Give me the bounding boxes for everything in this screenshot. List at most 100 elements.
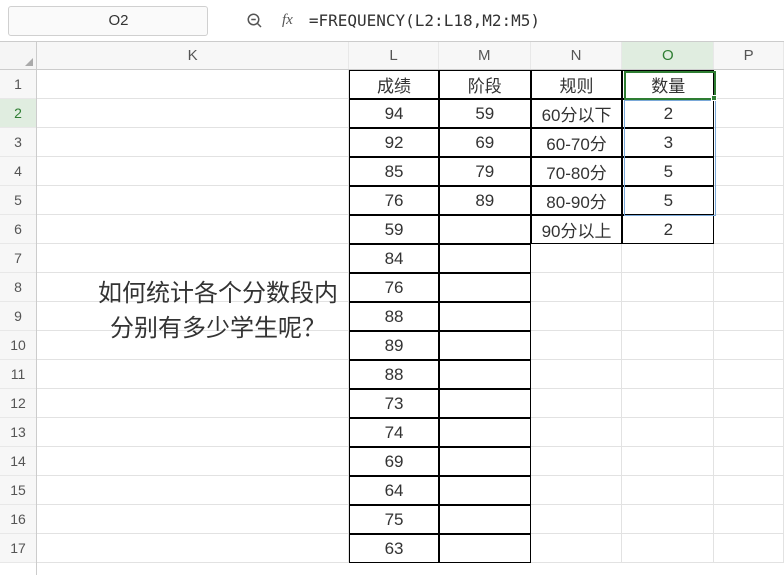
row-header-7[interactable]: 7	[0, 244, 36, 273]
cell-O5[interactable]: 5	[622, 186, 714, 215]
cell-N3[interactable]: 60-70分	[531, 128, 623, 157]
cell-O10[interactable]	[622, 331, 714, 360]
cell-M1[interactable]: 阶段	[439, 70, 531, 99]
cell-O14[interactable]	[622, 447, 714, 476]
cell-L13[interactable]: 74	[349, 418, 439, 447]
cell-K7[interactable]	[37, 244, 349, 273]
cell-O11[interactable]	[622, 360, 714, 389]
cell-M2[interactable]: 59	[439, 99, 531, 128]
cell-M17[interactable]	[439, 534, 531, 563]
cell-P16[interactable]	[714, 505, 784, 534]
row-header-8[interactable]: 8	[0, 273, 36, 302]
cell-N17[interactable]	[531, 534, 623, 563]
cell-N1[interactable]: 规则	[531, 70, 623, 99]
cell-K4[interactable]	[37, 157, 349, 186]
cell-M14[interactable]	[439, 447, 531, 476]
col-header-P[interactable]: P	[714, 42, 784, 69]
cell-N15[interactable]	[531, 476, 623, 505]
cell-N5[interactable]: 80-90分	[531, 186, 623, 215]
row-header-4[interactable]: 4	[0, 157, 36, 186]
cell-M16[interactable]	[439, 505, 531, 534]
cell-M4[interactable]: 79	[439, 157, 531, 186]
cell-O9[interactable]	[622, 302, 714, 331]
col-header-K[interactable]: K	[37, 42, 349, 69]
cell-P11[interactable]	[714, 360, 784, 389]
row-header-6[interactable]: 6	[0, 215, 36, 244]
cell-N6[interactable]: 90分以上	[531, 215, 623, 244]
cell-N12[interactable]	[531, 389, 623, 418]
cell-M7[interactable]	[439, 244, 531, 273]
cell-K5[interactable]	[37, 186, 349, 215]
cell-O13[interactable]	[622, 418, 714, 447]
row-header-10[interactable]: 10	[0, 331, 36, 360]
row-header-13[interactable]: 13	[0, 418, 36, 447]
name-box-input[interactable]	[19, 12, 218, 29]
cell-M10[interactable]	[439, 331, 531, 360]
cell-L14[interactable]: 69	[349, 447, 439, 476]
cell-P8[interactable]	[714, 273, 784, 302]
col-header-N[interactable]: N	[531, 42, 623, 69]
cell-M15[interactable]	[439, 476, 531, 505]
cell-K6[interactable]	[37, 215, 349, 244]
cell-N2[interactable]: 60分以下	[531, 99, 623, 128]
cell-K17[interactable]	[37, 534, 349, 563]
cell-O4[interactable]: 5	[622, 157, 714, 186]
select-all-corner[interactable]	[0, 42, 36, 70]
cell-O15[interactable]	[622, 476, 714, 505]
cell-M12[interactable]	[439, 389, 531, 418]
col-header-O[interactable]: O	[622, 42, 714, 69]
cell-K9[interactable]	[37, 302, 349, 331]
cell-L1[interactable]: 成绩	[349, 70, 439, 99]
cell-L9[interactable]: 88	[349, 302, 439, 331]
row-header-3[interactable]: 3	[0, 128, 36, 157]
cell-N14[interactable]	[531, 447, 623, 476]
cell-L7[interactable]: 84	[349, 244, 439, 273]
zoom-out-icon[interactable]	[246, 12, 264, 30]
row-header-14[interactable]: 14	[0, 447, 36, 476]
cell-P4[interactable]	[714, 157, 784, 186]
cell-O8[interactable]	[622, 273, 714, 302]
grid[interactable]: KLMNOP 成绩阶段规则数量945960分以下2926960-70分38579…	[37, 42, 784, 575]
cell-O12[interactable]	[622, 389, 714, 418]
cell-K12[interactable]	[37, 389, 349, 418]
cell-P9[interactable]	[714, 302, 784, 331]
cell-P13[interactable]	[714, 418, 784, 447]
cell-O2[interactable]: 2	[622, 99, 714, 128]
cell-N4[interactable]: 70-80分	[531, 157, 623, 186]
cell-P10[interactable]	[714, 331, 784, 360]
cell-L10[interactable]: 89	[349, 331, 439, 360]
cell-K3[interactable]	[37, 128, 349, 157]
cell-K15[interactable]	[37, 476, 349, 505]
cell-M5[interactable]: 89	[439, 186, 531, 215]
cell-M6[interactable]	[439, 215, 531, 244]
cell-L12[interactable]: 73	[349, 389, 439, 418]
col-header-M[interactable]: M	[439, 42, 531, 69]
cell-M3[interactable]: 69	[439, 128, 531, 157]
cell-L16[interactable]: 75	[349, 505, 439, 534]
cell-K1[interactable]	[37, 70, 349, 99]
cell-N9[interactable]	[531, 302, 623, 331]
row-header-15[interactable]: 15	[0, 476, 36, 505]
name-box-wrapper[interactable]	[8, 6, 208, 36]
cell-O17[interactable]	[622, 534, 714, 563]
cell-P3[interactable]	[714, 128, 784, 157]
row-header-16[interactable]: 16	[0, 505, 36, 534]
cell-P17[interactable]	[714, 534, 784, 563]
row-header-5[interactable]: 5	[0, 186, 36, 215]
cell-K2[interactable]	[37, 99, 349, 128]
cell-L6[interactable]: 59	[349, 215, 439, 244]
cell-N8[interactable]	[531, 273, 623, 302]
cell-O6[interactable]: 2	[622, 215, 714, 244]
cell-M13[interactable]	[439, 418, 531, 447]
cell-N13[interactable]	[531, 418, 623, 447]
cell-K16[interactable]	[37, 505, 349, 534]
cell-L11[interactable]: 88	[349, 360, 439, 389]
formula-input[interactable]	[309, 7, 776, 35]
cell-P14[interactable]	[714, 447, 784, 476]
row-header-17[interactable]: 17	[0, 534, 36, 563]
cell-K11[interactable]	[37, 360, 349, 389]
cell-P5[interactable]	[714, 186, 784, 215]
cell-N11[interactable]	[531, 360, 623, 389]
row-header-9[interactable]: 9	[0, 302, 36, 331]
row-header-1[interactable]: 1	[0, 70, 36, 99]
